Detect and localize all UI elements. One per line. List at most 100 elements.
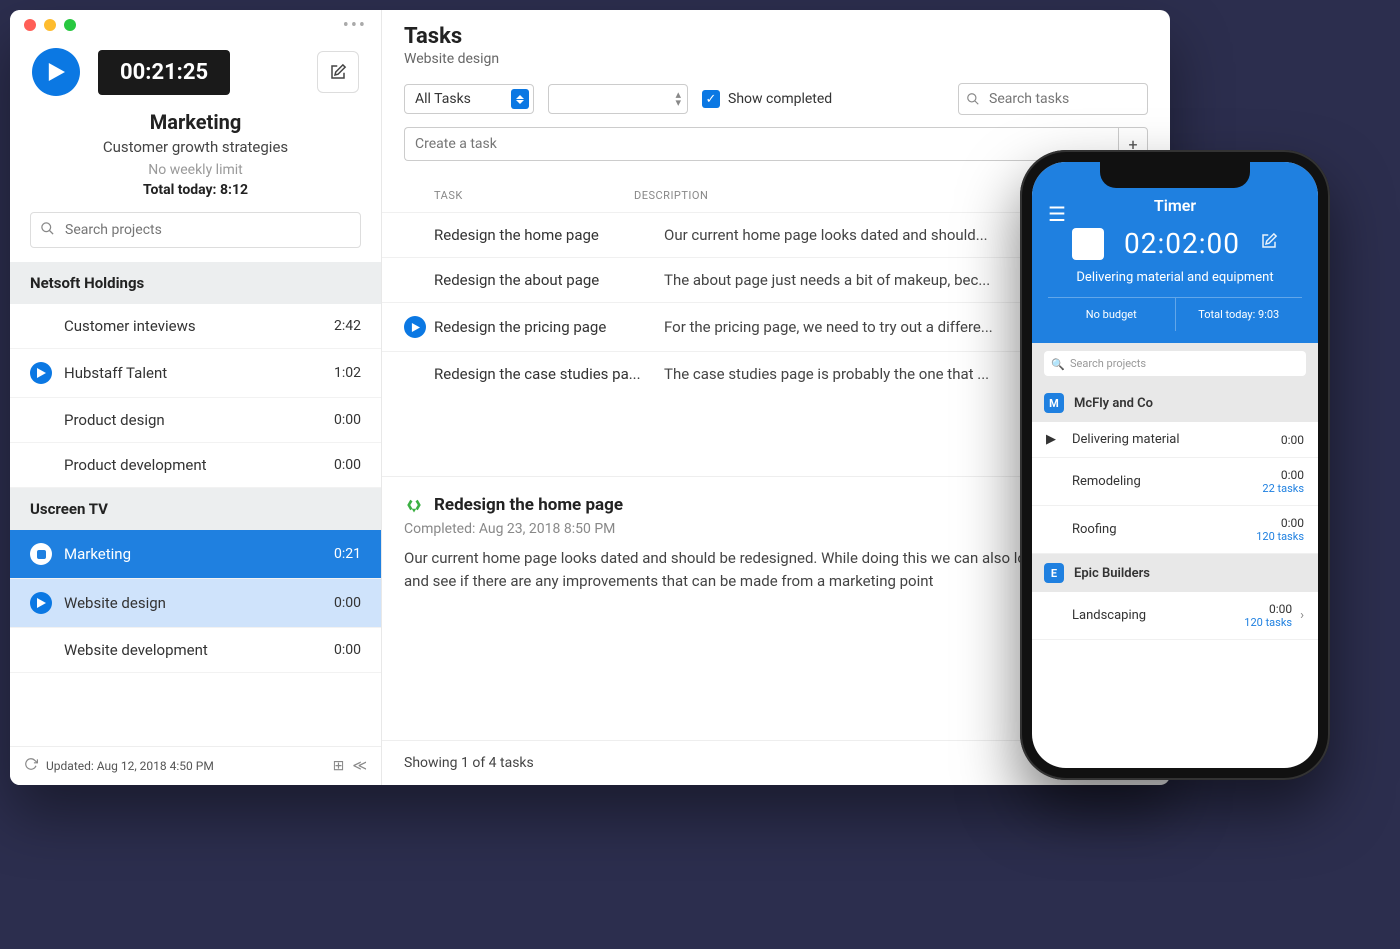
search-projects-input[interactable] [30, 212, 361, 248]
project-item[interactable]: Product design 0:00 [10, 398, 381, 443]
phone-screen: ☰ Timer 02:02:00 Delivering material and… [1032, 162, 1318, 768]
project-item-name: Hubstaff Talent [64, 364, 167, 382]
project-item-name: Marketing [64, 545, 131, 563]
phone-stat-budget: No budget [1048, 298, 1176, 331]
task-name: Redesign the about page [434, 271, 664, 289]
play-icon[interactable]: ▶ [1046, 432, 1062, 447]
project-item-name: Customer inteviews [64, 317, 196, 335]
main-title: Tasks [404, 24, 1148, 49]
phone-search-wrap: 🔍 Search projects [1032, 343, 1318, 384]
project-item-time: 0:21 [334, 546, 361, 562]
task-name: Redesign the pricing page [434, 318, 664, 336]
main-subtitle: Website design [404, 51, 1148, 67]
project-item-name: Product design [64, 411, 165, 429]
project-item[interactable]: Website development 0:00 [10, 628, 381, 673]
updated-timestamp: Updated: Aug 12, 2018 4:50 PM [46, 759, 214, 773]
current-project-info: Marketing Customer growth strategies No … [10, 110, 381, 212]
project-item-time: 0:00 [334, 412, 361, 428]
checkbox-label: Show completed [728, 91, 832, 107]
project-item-time: 0:00 [334, 457, 361, 473]
phone-project-item[interactable]: Landscaping 0:00120 tasks › [1032, 592, 1318, 640]
chevron-left-icon[interactable]: ≪ [352, 758, 367, 774]
col-header-task: TASK [404, 189, 634, 202]
phone-title: Timer [1048, 196, 1302, 215]
project-item-selected[interactable]: Marketing 0:21 [10, 530, 381, 579]
phone-timer-row: 02:02:00 [1048, 215, 1302, 270]
project-item-time: 0:00 [334, 642, 361, 658]
chevron-right-icon: › [1300, 608, 1304, 623]
phone-project-item[interactable]: Remodeling 0:0022 tasks [1032, 458, 1318, 506]
project-tasks-count: 22 tasks [1262, 482, 1304, 495]
edit-button[interactable] [317, 51, 359, 93]
select-caret-icon: ▴▾ [675, 91, 681, 107]
project-item-time: 2:42 [334, 318, 361, 334]
task-play-icon[interactable] [404, 316, 434, 338]
create-task-input[interactable] [404, 127, 1118, 161]
search-icon [966, 91, 980, 110]
timer-display: 00:21:25 [98, 50, 230, 95]
tasks-filter-select[interactable]: All Tasks [404, 84, 534, 114]
recycle-icon [404, 495, 424, 515]
project-item[interactable]: Website design 0:00 [10, 579, 381, 628]
project-list: Netsoft Holdings Customer inteviews 2:42… [10, 262, 381, 746]
project-name: Landscaping [1072, 608, 1244, 623]
start-timer-button[interactable] [32, 48, 80, 96]
project-tasks-count: 120 tasks [1256, 530, 1304, 543]
play-icon[interactable] [30, 592, 52, 614]
project-title: Marketing [30, 110, 361, 134]
sidebar-footer: Updated: Aug 12, 2018 4:50 PM ⊞ ≪ [10, 746, 381, 785]
collapse-icon[interactable]: ⊞ [333, 758, 345, 774]
play-icon[interactable] [30, 362, 52, 384]
project-item[interactable]: Hubstaff Talent 1:02 [10, 349, 381, 398]
phone-project-item[interactable]: ▶ Delivering material 0:00 [1032, 422, 1318, 458]
hamburger-menu-icon[interactable]: ☰ [1048, 202, 1066, 226]
stop-icon[interactable] [30, 543, 52, 565]
project-time: 0:00 [1281, 433, 1304, 447]
desktop-window: ••• 00:21:25 Marketing Customer growth s… [10, 10, 1170, 785]
secondary-filter-select[interactable]: ▴▾ [548, 84, 688, 114]
phone-search-input[interactable]: 🔍 Search projects [1044, 351, 1306, 376]
project-item-time: 0:00 [334, 595, 361, 611]
project-item-name: Website development [64, 641, 208, 659]
phone-search-placeholder: Search projects [1070, 357, 1146, 370]
project-name: Remodeling [1072, 474, 1262, 489]
project-item[interactable]: Product development 0:00 [10, 443, 381, 488]
phone-mockup: ☰ Timer 02:02:00 Delivering material and… [1020, 150, 1330, 780]
search-icon: 🔍 [1051, 358, 1065, 371]
task-name: Redesign the home page [434, 226, 664, 244]
timer-header: 00:21:25 [10, 30, 381, 110]
project-group-header: Netsoft Holdings [10, 262, 381, 304]
project-tasks-count: 120 tasks [1244, 616, 1292, 629]
checkbox-checked-icon: ✓ [702, 90, 720, 108]
search-projects-wrap [10, 212, 381, 262]
project-name: Roofing [1072, 522, 1256, 537]
project-item-name: Product development [64, 456, 207, 474]
search-tasks-wrap [958, 83, 1148, 115]
edit-icon[interactable] [1260, 232, 1278, 255]
task-name: Redesign the case studies pa... [434, 365, 664, 383]
phone-current-task: Delivering material and equipment [1048, 270, 1302, 285]
phone-notch [1100, 162, 1250, 188]
project-total-today: Total today: 8:12 [30, 182, 361, 198]
project-limit: No weekly limit [30, 162, 361, 178]
phone-project-item[interactable]: Roofing 0:00120 tasks [1032, 506, 1318, 554]
stop-timer-button[interactable] [1072, 228, 1104, 260]
phone-stats: No budget Total today: 9:03 [1048, 297, 1302, 331]
main-header: Tasks Website design [382, 10, 1170, 77]
group-badge: E [1044, 563, 1064, 583]
search-tasks-input[interactable] [958, 83, 1148, 115]
filter-bar: All Tasks ▴▾ ✓ Show completed [382, 77, 1170, 127]
phone-stat-total: Total today: 9:03 [1176, 298, 1303, 331]
show-completed-checkbox[interactable]: ✓ Show completed [702, 90, 832, 108]
search-icon [40, 221, 55, 240]
sidebar: ••• 00:21:25 Marketing Customer growth s… [10, 10, 382, 785]
select-value: All Tasks [415, 91, 471, 107]
project-item[interactable]: Customer inteviews 2:42 [10, 304, 381, 349]
refresh-icon[interactable] [24, 757, 38, 775]
phone-project-group[interactable]: E Epic Builders [1032, 554, 1318, 592]
project-item-time: 1:02 [334, 365, 361, 381]
project-item-name: Website design [64, 594, 166, 612]
window-titlebar: ••• [10, 10, 381, 30]
phone-project-group[interactable]: M McFly and Co [1032, 384, 1318, 422]
phone-timer-display: 02:02:00 [1124, 227, 1240, 260]
